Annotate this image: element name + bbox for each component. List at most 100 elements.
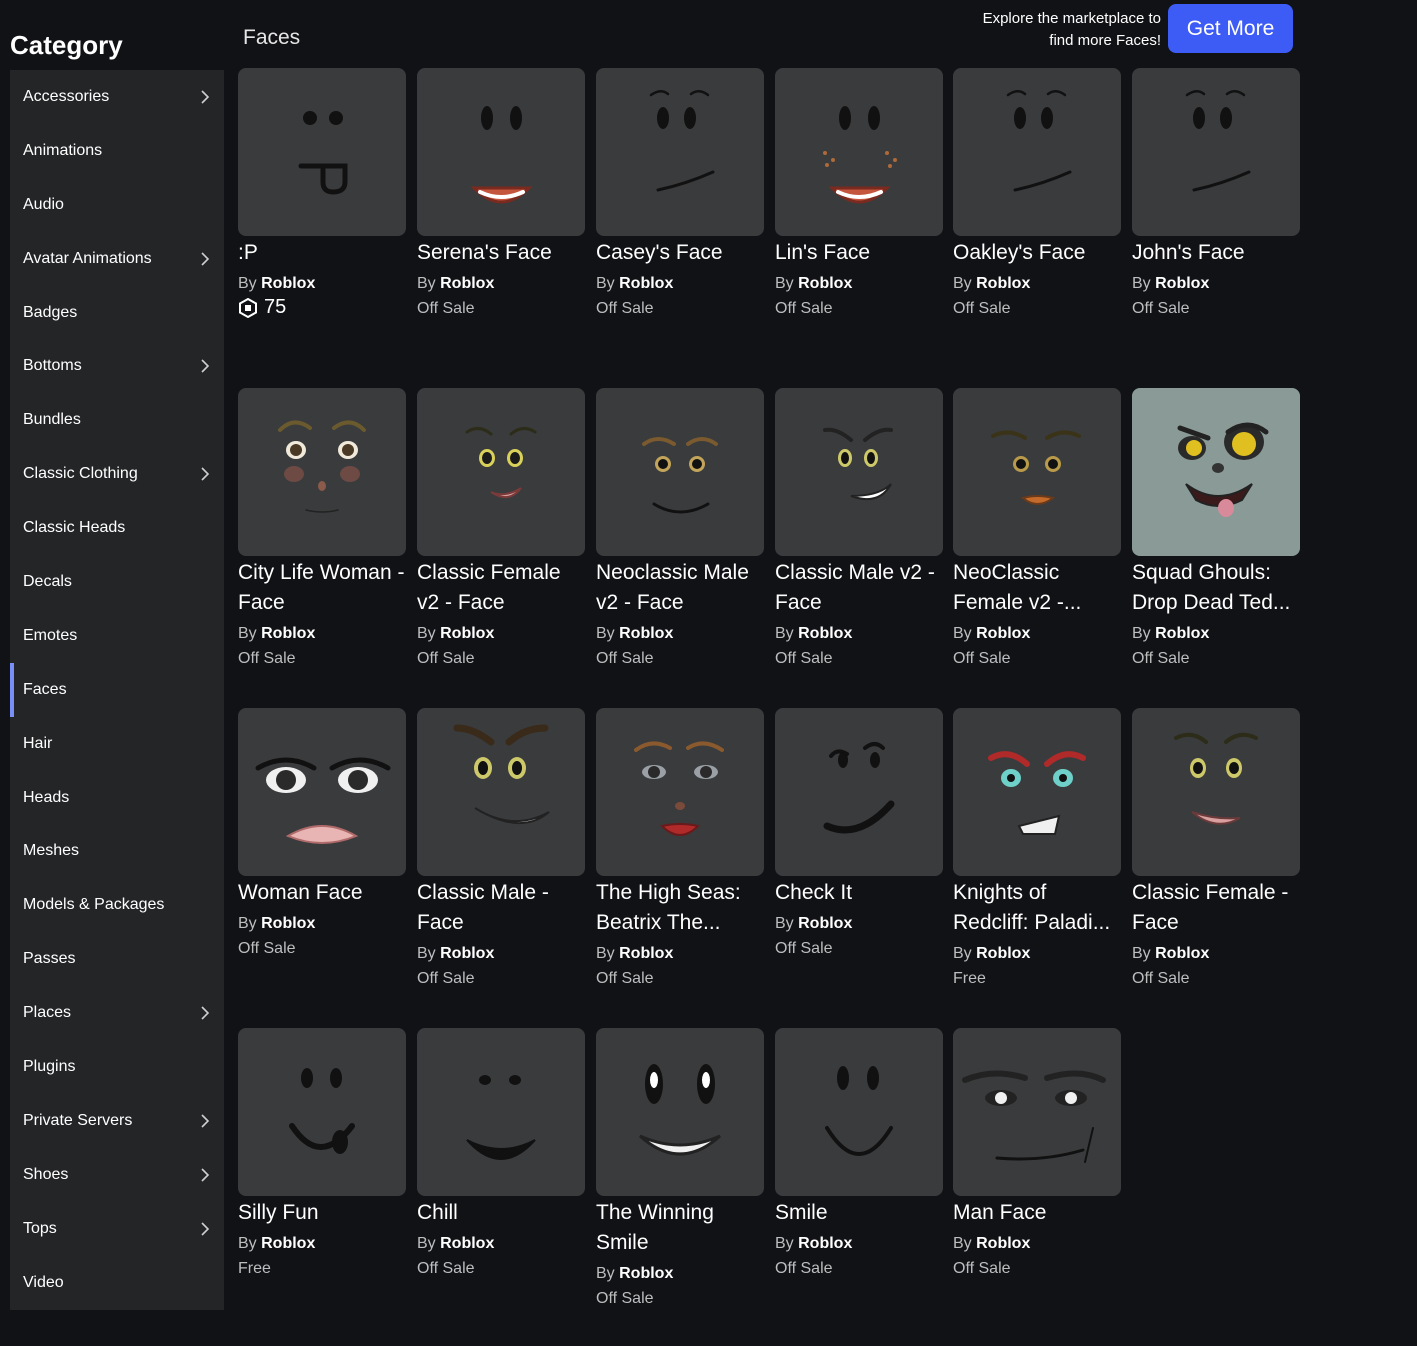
item-card[interactable]: Squad Ghouls: Drop Dead Ted... By Roblox O… — [1132, 388, 1300, 672]
sidebar-item-animations[interactable]: Animations — [10, 124, 224, 178]
item-name[interactable]: Squad Ghouls: Drop Dead Ted... — [1132, 558, 1300, 618]
item-card[interactable]: The High Seas: Beatrix The... By Roblox Of… — [596, 708, 764, 992]
creator-link[interactable]: Roblox — [261, 275, 315, 292]
creator-link[interactable]: Roblox — [1155, 625, 1209, 642]
item-card[interactable]: Classic Female v2 - Face By Roblox Off Sal… — [417, 388, 585, 672]
item-name[interactable]: The High Seas: Beatrix The... — [596, 878, 764, 938]
item-card[interactable]: City Life Woman - Face By Roblox Off Sale — [238, 388, 406, 672]
item-thumbnail[interactable] — [417, 388, 585, 556]
item-thumbnail[interactable] — [238, 1028, 406, 1196]
sidebar-item-accessories[interactable]: Accessories — [10, 70, 224, 124]
item-card[interactable]: Woman Face By Roblox Off Sale — [238, 708, 406, 962]
item-thumbnail[interactable] — [775, 1028, 943, 1196]
sidebar-item-places[interactable]: Places — [10, 986, 224, 1040]
creator-link[interactable]: Roblox — [440, 275, 494, 292]
item-name[interactable]: Classic Female - Face — [1132, 878, 1300, 938]
item-thumbnail[interactable] — [775, 388, 943, 556]
creator-link[interactable]: Roblox — [1155, 945, 1209, 962]
creator-link[interactable]: Roblox — [619, 275, 673, 292]
sidebar-item-hair[interactable]: Hair — [10, 717, 224, 771]
item-name[interactable]: Silly Fun — [238, 1198, 406, 1228]
item-name[interactable]: Oakley's Face — [953, 238, 1121, 268]
item-card[interactable]: NeoClassic Female v2 -... By Roblox Off Sa… — [953, 388, 1121, 672]
item-name[interactable]: Smile — [775, 1198, 943, 1228]
item-name[interactable]: Neoclassic Male v2 - Face — [596, 558, 764, 618]
sidebar-item-badges[interactable]: Badges — [10, 286, 224, 340]
sidebar-item-shoes[interactable]: Shoes — [10, 1148, 224, 1202]
item-name[interactable]: Woman Face — [238, 878, 406, 908]
sidebar-item-passes[interactable]: Passes — [10, 932, 224, 986]
creator-link[interactable]: Roblox — [798, 1235, 852, 1252]
creator-link[interactable]: Roblox — [798, 915, 852, 932]
sidebar-item-faces[interactable]: Faces — [10, 662, 224, 717]
item-thumbnail[interactable] — [417, 708, 585, 876]
item-thumbnail[interactable] — [775, 68, 943, 236]
sidebar-item-decals[interactable]: Decals — [10, 555, 224, 609]
item-name[interactable]: Lin's Face — [775, 238, 943, 268]
creator-link[interactable]: Roblox — [798, 275, 852, 292]
sidebar-item-tops[interactable]: Tops — [10, 1202, 224, 1256]
sidebar-item-heads[interactable]: Heads — [10, 771, 224, 825]
item-name[interactable]: Classic Male - Face — [417, 878, 585, 938]
sidebar-item-audio[interactable]: Audio — [10, 178, 224, 232]
creator-link[interactable]: Roblox — [440, 625, 494, 642]
item-name[interactable]: City Life Woman - Face — [238, 558, 406, 618]
creator-link[interactable]: Roblox — [261, 625, 315, 642]
item-thumbnail[interactable] — [596, 1028, 764, 1196]
item-name[interactable]: Man Face — [953, 1198, 1121, 1228]
item-thumbnail[interactable] — [1132, 708, 1300, 876]
item-name[interactable]: Classic Female v2 - Face — [417, 558, 585, 618]
item-card[interactable]: Lin's Face By Roblox Off Sale — [775, 68, 943, 322]
sidebar-item-classic-clothing[interactable]: Classic Clothing — [10, 447, 224, 501]
item-name[interactable]: NeoClassic Female v2 -... — [953, 558, 1121, 618]
creator-link[interactable]: Roblox — [976, 945, 1030, 962]
item-name[interactable]: Casey's Face — [596, 238, 764, 268]
item-name[interactable]: Chill — [417, 1198, 585, 1228]
item-thumbnail[interactable] — [953, 68, 1121, 236]
creator-link[interactable]: Roblox — [1155, 275, 1209, 292]
item-card[interactable]: :P By Roblox 75 — [238, 68, 406, 319]
item-card[interactable]: Serena's Face By Roblox Off Sale — [417, 68, 585, 322]
item-thumbnail[interactable] — [417, 1028, 585, 1196]
creator-link[interactable]: Roblox — [619, 945, 673, 962]
item-name[interactable]: Classic Male v2 - Face — [775, 558, 943, 618]
sidebar-item-bundles[interactable]: Bundles — [10, 393, 224, 447]
item-thumbnail[interactable] — [953, 1028, 1121, 1196]
item-thumbnail[interactable] — [953, 388, 1121, 556]
creator-link[interactable]: Roblox — [261, 915, 315, 932]
item-thumbnail[interactable] — [238, 68, 406, 236]
item-card[interactable]: Classic Male - Face By Roblox Off Sale — [417, 708, 585, 992]
sidebar-item-bottoms[interactable]: Bottoms — [10, 339, 224, 393]
get-more-button[interactable]: Get More — [1168, 4, 1293, 53]
item-card[interactable]: Man Face By Roblox Off Sale — [953, 1028, 1121, 1282]
sidebar-item-classic-heads[interactable]: Classic Heads — [10, 501, 224, 555]
item-name[interactable]: Serena's Face — [417, 238, 585, 268]
item-card[interactable]: Neoclassic Male v2 - Face By Roblox Off Sa… — [596, 388, 764, 672]
item-thumbnail[interactable] — [238, 708, 406, 876]
creator-link[interactable]: Roblox — [798, 625, 852, 642]
item-thumbnail[interactable] — [238, 388, 406, 556]
creator-link[interactable]: Roblox — [619, 1265, 673, 1282]
item-name[interactable]: Knights of Redcliff: Paladi... — [953, 878, 1121, 938]
sidebar-item-emotes[interactable]: Emotes — [10, 609, 224, 663]
item-thumbnail[interactable] — [1132, 388, 1300, 556]
item-card[interactable]: Smile By Roblox Off Sale — [775, 1028, 943, 1282]
sidebar-item-models-packages[interactable]: Models & Packages — [10, 878, 224, 932]
item-card[interactable]: Casey's Face By Roblox Off Sale — [596, 68, 764, 322]
item-thumbnail[interactable] — [596, 388, 764, 556]
item-thumbnail[interactable] — [596, 708, 764, 876]
item-thumbnail[interactable] — [417, 68, 585, 236]
creator-link[interactable]: Roblox — [440, 1235, 494, 1252]
creator-link[interactable]: Roblox — [440, 945, 494, 962]
sidebar-item-video[interactable]: Video — [10, 1256, 224, 1310]
item-card[interactable]: Check It By Roblox Off Sale — [775, 708, 943, 962]
creator-link[interactable]: Roblox — [976, 1235, 1030, 1252]
item-name[interactable]: The Winning Smile — [596, 1198, 764, 1258]
creator-link[interactable]: Roblox — [619, 625, 673, 642]
item-name[interactable]: :P — [238, 238, 406, 268]
item-name[interactable]: Check It — [775, 878, 943, 908]
sidebar-item-plugins[interactable]: Plugins — [10, 1040, 224, 1094]
item-thumbnail[interactable] — [775, 708, 943, 876]
item-card[interactable]: Oakley's Face By Roblox Off Sale — [953, 68, 1121, 322]
item-card[interactable]: Silly Fun By Roblox Free — [238, 1028, 406, 1282]
